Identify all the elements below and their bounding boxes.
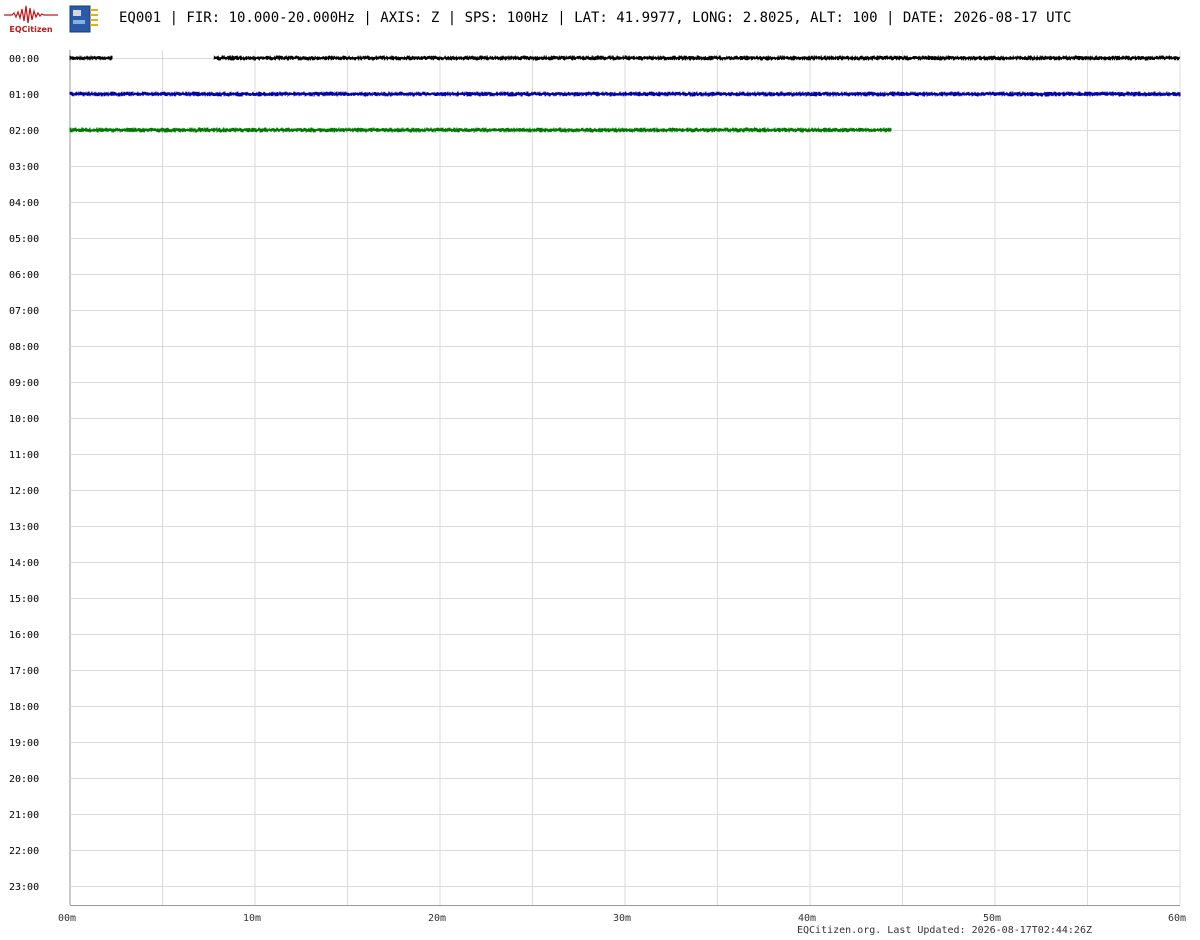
y-tick-label: 23:00: [9, 882, 39, 893]
y-tick-label: 08:00: [9, 342, 39, 353]
y-tick-label: 20:00: [9, 774, 39, 785]
x-tick-label: 60m: [1168, 913, 1186, 924]
y-tick-label: 04:00: [9, 198, 39, 209]
y-tick-label: 05:00: [9, 234, 39, 245]
seismic-trace-0200: [69, 126, 892, 134]
y-tick-label: 00:00: [9, 54, 39, 65]
y-tick-label: 09:00: [9, 378, 39, 389]
y-tick-label: 03:00: [9, 162, 39, 173]
y-tick-label: 11:00: [9, 450, 39, 461]
y-tick-label: 21:00: [9, 810, 39, 821]
y-tick-label: 12:00: [9, 486, 39, 497]
x-tick-label: 10m: [243, 913, 261, 924]
seismic-trace-0000: [69, 55, 113, 61]
seismic-trace-0000: [213, 54, 1180, 62]
helicorder-chart: 00:00 01:00 02:00 03:00 04:00 05:00 06:00 07:00…: [9, 50, 1186, 924]
x-tick-label: 50m: [983, 913, 1001, 924]
y-tick-label: 22:00: [9, 846, 39, 857]
y-tick-label: 10:00: [9, 414, 39, 425]
y-tick-label: 19:00: [9, 738, 39, 749]
y-tick-label: 17:00: [9, 666, 39, 677]
x-tick-label: 20m: [428, 913, 446, 924]
seismic-trace-0100: [69, 90, 1181, 98]
x-tick-label: 00m: [58, 913, 76, 924]
y-tick-label: 14:00: [9, 558, 39, 569]
last-updated-footer: EQCitizen.org. Last Updated: 2026-08-17T…: [796, 925, 1092, 936]
y-tick-label: 02:00: [9, 126, 39, 137]
y-tick-label: 18:00: [9, 702, 39, 713]
x-tick-label: 30m: [613, 913, 631, 924]
y-tick-label: 06:00: [9, 270, 39, 281]
y-tick-label: 01:00: [9, 90, 39, 101]
x-tick-label: 40m: [798, 913, 816, 924]
y-tick-label: 16:00: [9, 630, 39, 641]
y-tick-label: 07:00: [9, 306, 39, 317]
y-tick-label: 15:00: [9, 594, 39, 605]
y-tick-label: 13:00: [9, 522, 39, 533]
